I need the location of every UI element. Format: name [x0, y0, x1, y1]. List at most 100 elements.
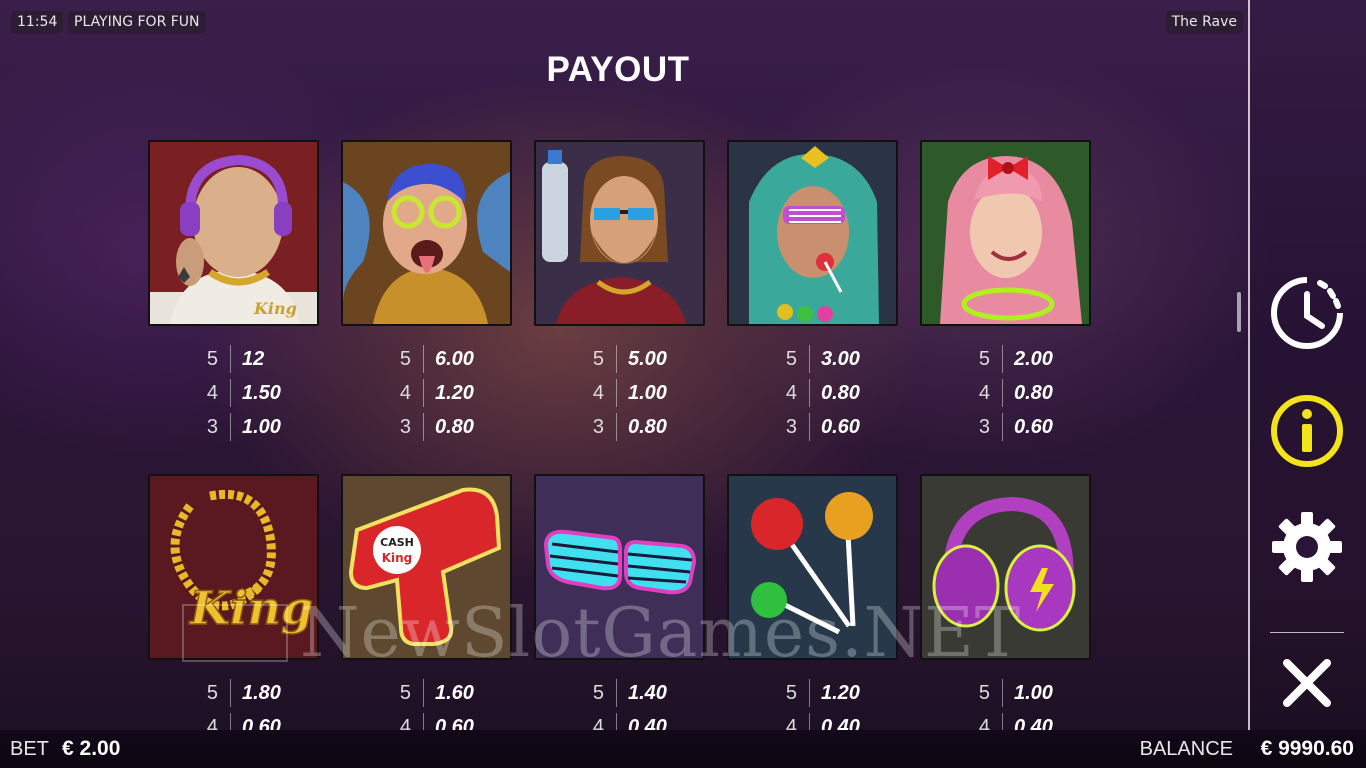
- payout-row: 5 5.00: [580, 342, 705, 376]
- headphones-symbol: [920, 474, 1091, 660]
- payout-row: 5 1.00: [966, 676, 1091, 710]
- paytable-entry: 5 3.00 4 0.80 3 0.60: [727, 140, 898, 444]
- paytable-entry: King 5 1.80 4 0.60: [148, 474, 319, 744]
- paytable-row-1: King 5 12 4 1.50 3 1.00 5 6.00 4 1.20 3 …: [148, 140, 1091, 444]
- dreadlocks-woman-symbol: [727, 140, 898, 326]
- payout-value: 0.80: [1014, 381, 1053, 404]
- symbol-count: 5: [592, 681, 604, 704]
- payout-values: 5 3.00 4 0.80 3 0.60: [727, 342, 898, 444]
- scrollbar[interactable]: [1237, 292, 1241, 332]
- divider: [423, 413, 424, 441]
- cash-gun-king-label: King: [382, 551, 413, 565]
- close-button[interactable]: [1270, 646, 1344, 720]
- payout-value: 12: [242, 347, 265, 370]
- divider: [230, 413, 231, 441]
- payout-value: 0.80: [821, 381, 860, 404]
- payout-value: 1.40: [628, 681, 667, 704]
- game-title: The Rave: [1165, 11, 1243, 33]
- divider: [616, 679, 617, 707]
- paytable-entry: CASH King 5 1.60 4 0.60: [341, 474, 512, 744]
- divider: [809, 345, 810, 373]
- symbol-count: 5: [399, 347, 411, 370]
- paytable-entry: 5 1.00 4 0.40: [920, 474, 1091, 744]
- settings-icon: [1272, 512, 1342, 582]
- payout-row: 4 0.80: [773, 376, 898, 410]
- payout-row: 5 1.80: [194, 676, 319, 710]
- payout-value: 1.20: [821, 681, 860, 704]
- payout-row: 4 0.80: [966, 376, 1091, 410]
- cash-gun-label: CASH: [380, 536, 414, 549]
- history-icon: [1271, 277, 1343, 349]
- bald-tattooed-man-symbol: King: [148, 140, 319, 326]
- payout-value: 1.00: [1014, 681, 1053, 704]
- payout-value: 1.50: [242, 381, 281, 404]
- sidebar: [1248, 0, 1366, 730]
- symbol-count: 5: [592, 347, 604, 370]
- bottom-bar: BET € 2.00 BALANCE € 9990.60: [0, 730, 1366, 768]
- symbol-count: 4: [399, 381, 411, 404]
- info-button[interactable]: [1270, 394, 1344, 468]
- payout-values: 5 12 4 1.50 3 1.00: [148, 342, 319, 444]
- king-pendant-text: King: [253, 299, 297, 318]
- payout-value: 1.80: [242, 681, 281, 704]
- symbol-count: 5: [978, 347, 990, 370]
- divider: [616, 345, 617, 373]
- balance-label: BALANCE: [1139, 738, 1233, 760]
- payout-row: 5 1.40: [580, 676, 705, 710]
- payout-row: 3 0.80: [580, 410, 705, 444]
- payout-row: 3 0.60: [966, 410, 1091, 444]
- divider: [423, 679, 424, 707]
- payout-value: 1.00: [628, 381, 667, 404]
- symbol-count: 3: [206, 415, 218, 438]
- divider: [616, 413, 617, 441]
- paytable-entry: 5 5.00 4 1.00 3 0.80: [534, 140, 705, 444]
- divider: [423, 345, 424, 373]
- payout-row: 5 3.00: [773, 342, 898, 376]
- paytable-entry: King 5 12 4 1.50 3 1.00: [148, 140, 319, 444]
- divider: [230, 679, 231, 707]
- symbol-count: 5: [785, 681, 797, 704]
- history-button[interactable]: [1270, 276, 1344, 350]
- symbol-count: 5: [399, 681, 411, 704]
- close-icon: [1283, 659, 1331, 707]
- paytable-entry: 5 2.00 4 0.80 3 0.60: [920, 140, 1091, 444]
- payout-row: 4 1.20: [387, 376, 512, 410]
- divider: [1002, 345, 1003, 373]
- symbol-count: 4: [978, 381, 990, 404]
- payout-row: 5 2.00: [966, 342, 1091, 376]
- play-mode-label: PLAYING FOR FUN: [68, 11, 206, 33]
- settings-button[interactable]: [1270, 510, 1344, 584]
- clock: 11:54: [11, 11, 64, 33]
- payout-values: 5 6.00 4 1.20 3 0.80: [341, 342, 512, 444]
- payout-row: 5 12: [194, 342, 319, 376]
- symbol-count: 3: [785, 415, 797, 438]
- payout-value: 5.00: [628, 347, 667, 370]
- divider: [1002, 679, 1003, 707]
- payout-value: 0.80: [435, 415, 474, 438]
- cash-gun-symbol: CASH King: [341, 474, 512, 660]
- bearded-man-sunglasses-symbol: [534, 140, 705, 326]
- symbol-count: 3: [592, 415, 604, 438]
- payout-row: 3 0.60: [773, 410, 898, 444]
- divider: [616, 379, 617, 407]
- symbol-count: 4: [785, 381, 797, 404]
- paytable-entry: 5 6.00 4 1.20 3 0.80: [341, 140, 512, 444]
- page-title: PAYOUT: [546, 50, 690, 89]
- king-chain-text: King: [188, 581, 313, 635]
- divider: [809, 379, 810, 407]
- divider: [230, 345, 231, 373]
- sidebar-divider: [1270, 632, 1344, 633]
- payout-row: 4 1.00: [580, 376, 705, 410]
- payout-row: 5 6.00: [387, 342, 512, 376]
- payout-row: 3 0.80: [387, 410, 512, 444]
- symbol-count: 3: [399, 415, 411, 438]
- shutter-shades-symbol: [534, 474, 705, 660]
- payout-value: 3.00: [821, 347, 860, 370]
- bet-value: € 2.00: [62, 737, 121, 760]
- symbol-count: 4: [206, 381, 218, 404]
- payout-row: 4 1.50: [194, 376, 319, 410]
- balance-value: € 9990.60: [1260, 737, 1354, 760]
- symbol-count: 5: [978, 681, 990, 704]
- payout-values: 5 5.00 4 1.00 3 0.80: [534, 342, 705, 444]
- symbol-count: 4: [592, 381, 604, 404]
